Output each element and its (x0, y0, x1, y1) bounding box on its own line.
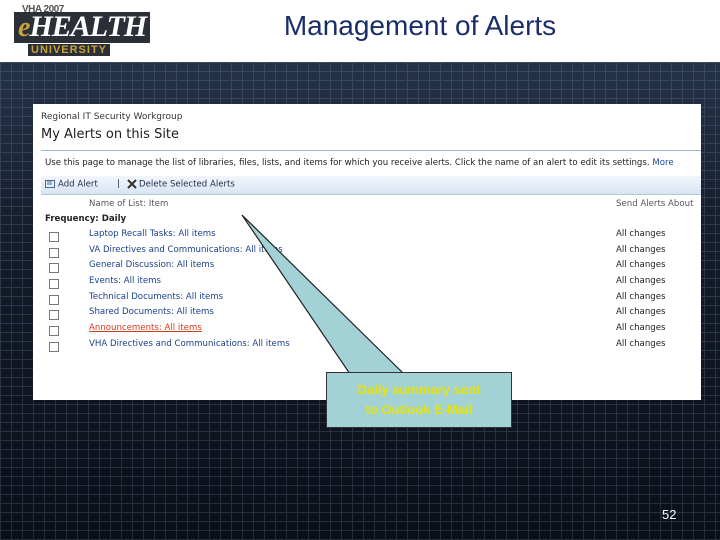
page-number: 52 (662, 507, 677, 522)
callout-box: Daily summary sent to Outlook E-Mail (326, 372, 512, 428)
callout-line-1: Daily summary sent (357, 382, 481, 397)
callout-line-2: to Outlook E-Mail (365, 402, 473, 417)
callout-pointer (241, 214, 406, 375)
